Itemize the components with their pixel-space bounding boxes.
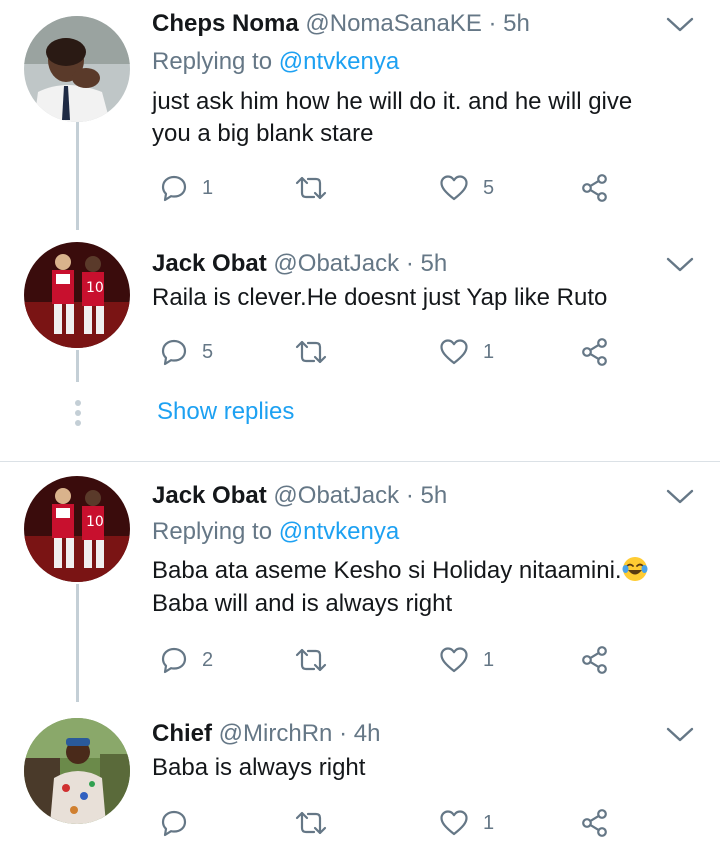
tweet-text-line: Baba is always right (152, 754, 366, 781)
tweet-1[interactable]: Cheps Noma @NomaSanaKE · 5h Replying to … (0, 0, 720, 230)
like-count: 1 (483, 811, 495, 834)
tweet-actions: 1 5 (152, 168, 632, 208)
chevron-down-icon[interactable] (664, 722, 696, 746)
reply-button[interactable]: 1 (160, 168, 213, 208)
tears-of-joy-emoji-icon (622, 557, 648, 581)
share-icon (582, 174, 607, 202)
svg-text:10: 10 (86, 514, 104, 530)
thread-line (76, 584, 79, 702)
reply-icon (161, 647, 187, 674)
share-icon (582, 646, 607, 674)
author-name[interactable]: Jack Obat (152, 250, 267, 277)
author-name[interactable]: Cheps Noma (152, 10, 299, 37)
reply-button[interactable]: 2 (160, 640, 213, 680)
chevron-down-icon[interactable] (664, 252, 696, 276)
tweet-actions: 1 (152, 803, 632, 843)
tweet-4[interactable]: Chief @MirchRn · 4h Baba is always right… (0, 702, 720, 844)
author-handle[interactable]: @ObatJack (273, 482, 399, 509)
avatar-jack-obat[interactable]: 10 (24, 476, 130, 582)
retweet-button[interactable] (294, 332, 342, 372)
tweet-text-line: Baba will and is always right (152, 590, 453, 617)
retweet-icon (295, 648, 327, 672)
separator-dot: · (488, 10, 497, 37)
author-handle[interactable]: @NomaSanaKE (305, 10, 481, 37)
author-handle[interactable]: @MirchRn (219, 720, 333, 747)
tweet-text-line: Baba ata aseme Kesho si Holiday nitaamin… (152, 556, 648, 585)
like-count: 1 (483, 340, 495, 363)
tweet-header: Jack Obat @ObatJack · 5h (152, 478, 447, 514)
tweet-actions: 2 1 (152, 640, 632, 680)
reply-button[interactable] (160, 803, 202, 843)
tweet-text: Baba ata aseme Kesho si Holiday nitaamin… (152, 557, 622, 584)
chevron-down-icon[interactable] (664, 12, 696, 36)
show-replies-link[interactable]: Show replies (157, 398, 294, 426)
reply-button[interactable]: 5 (160, 332, 213, 372)
thread-ellipsis-icon (74, 400, 82, 428)
share-button[interactable] (580, 640, 610, 680)
share-button[interactable] (580, 803, 610, 843)
tweet-text-line: you a big blank stare (152, 120, 374, 147)
svg-text:10: 10 (86, 280, 104, 296)
reply-icon (161, 339, 187, 366)
author-name[interactable]: Jack Obat (152, 482, 267, 509)
like-button[interactable]: 1 (439, 640, 494, 680)
thread-line (76, 350, 79, 382)
share-icon (582, 338, 607, 366)
tweet-text-line: just ask him how he will do it. and he w… (152, 88, 633, 115)
timestamp[interactable]: 5h (503, 10, 530, 37)
replying-to-mention[interactable]: @ntvkenya (279, 518, 399, 545)
timestamp[interactable]: 5h (421, 482, 448, 509)
replying-to-mention[interactable]: @ntvkenya (279, 48, 399, 75)
reply-count: 1 (202, 176, 214, 199)
heart-icon (440, 175, 468, 201)
reply-count: 2 (202, 648, 214, 671)
separator-dot: · (405, 250, 414, 277)
like-button[interactable]: 1 (439, 332, 494, 372)
replying-to-prefix: Replying to (152, 48, 279, 75)
separator-dot: · (339, 720, 348, 747)
author-handle[interactable]: @ObatJack (273, 250, 399, 277)
retweet-button[interactable] (294, 168, 342, 208)
heart-icon (440, 339, 468, 365)
avatar-chief[interactable] (24, 718, 130, 824)
replying-to-prefix: Replying to (152, 518, 279, 545)
author-name[interactable]: Chief (152, 720, 212, 747)
timestamp[interactable]: 4h (354, 720, 381, 747)
like-button[interactable]: 5 (439, 168, 494, 208)
thread-line (76, 122, 79, 230)
avatar-cheps-noma[interactable] (24, 16, 130, 122)
reply-icon (161, 175, 187, 202)
tweet-3[interactable]: 10 Jack Obat @ObatJack · 5h Replying to … (0, 462, 720, 702)
tweet-2[interactable]: 10 Jack Obat @ObatJack · 5h Raila is cle… (0, 230, 720, 460)
reply-icon (161, 810, 187, 837)
separator-dot: · (405, 482, 414, 509)
retweet-button[interactable] (294, 803, 342, 843)
replying-to: Replying to @ntvkenya (152, 48, 399, 76)
share-icon (582, 809, 607, 837)
timestamp[interactable]: 5h (421, 250, 448, 277)
heart-icon (440, 810, 468, 836)
like-button[interactable]: 1 (439, 803, 494, 843)
avatar-jack-obat[interactable]: 10 (24, 242, 130, 348)
replying-to: Replying to @ntvkenya (152, 518, 399, 546)
tweet-header: Cheps Noma @NomaSanaKE · 5h (152, 6, 530, 42)
retweet-icon (295, 340, 327, 364)
retweet-icon (295, 176, 327, 200)
share-button[interactable] (580, 168, 610, 208)
reply-count: 5 (202, 340, 214, 363)
retweet-button[interactable] (294, 640, 342, 680)
share-button[interactable] (580, 332, 610, 372)
chevron-down-icon[interactable] (664, 484, 696, 508)
like-count: 5 (483, 176, 495, 199)
retweet-icon (295, 811, 327, 835)
tweet-header: Chief @MirchRn · 4h (152, 716, 380, 752)
heart-icon (440, 647, 468, 673)
tweet-header: Jack Obat @ObatJack · 5h (152, 246, 447, 282)
tweet-text-line: Raila is clever.He doesnt just Yap like … (152, 284, 608, 311)
like-count: 1 (483, 648, 495, 671)
tweet-actions: 5 1 (152, 332, 632, 372)
